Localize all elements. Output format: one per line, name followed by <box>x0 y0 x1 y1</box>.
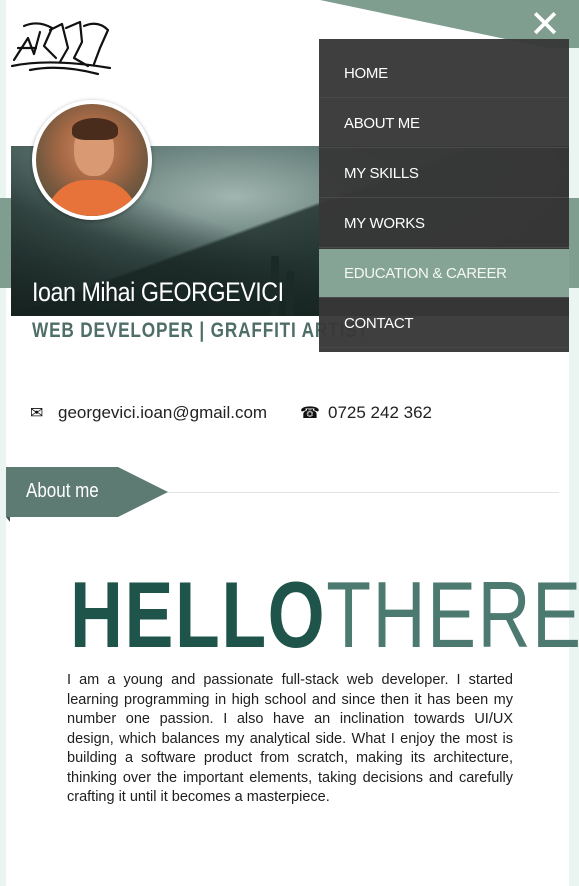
hello-heading: HELLOTHERE! <box>70 568 579 662</box>
envelope-icon: ✉ <box>30 403 44 422</box>
close-icon[interactable]: ✕ <box>525 4 565 44</box>
phone-contact[interactable]: ☎ 0725 242 362 <box>300 403 432 423</box>
graffiti-logo[interactable] <box>10 18 114 76</box>
email-text[interactable]: georgevici.ioan@gmail.com <box>58 403 267 422</box>
about-paragraph: I am a young and passionate full-stack w… <box>67 672 513 805</box>
hello-light-text: THERE! <box>326 562 579 667</box>
avatar <box>32 100 152 220</box>
nav-item-about-me[interactable]: ABOUT ME <box>319 99 569 148</box>
profile-name: Ioan Mihai GEORGEVICI <box>32 277 284 307</box>
tag-fold <box>6 517 10 522</box>
nav-item-home[interactable]: HOME <box>319 49 569 98</box>
hello-bold-text: HELLO <box>70 562 327 667</box>
nav-item-education-career[interactable]: EDUCATION & CAREER <box>319 249 569 298</box>
nav-item-my-works[interactable]: MY WORKS <box>319 199 569 248</box>
nav-menu: HOME ABOUT ME MY SKILLS MY WORKS EDUCATI… <box>319 39 569 352</box>
phone-icon: ☎ <box>300 403 320 422</box>
email-contact[interactable]: ✉ georgevici.ioan@gmail.com <box>30 403 267 423</box>
about-section-title: About me <box>26 480 99 502</box>
nav-item-contact[interactable]: CONTACT <box>319 299 569 348</box>
nav-item-my-skills[interactable]: MY SKILLS <box>319 149 569 198</box>
phone-text[interactable]: 0725 242 362 <box>328 403 432 422</box>
